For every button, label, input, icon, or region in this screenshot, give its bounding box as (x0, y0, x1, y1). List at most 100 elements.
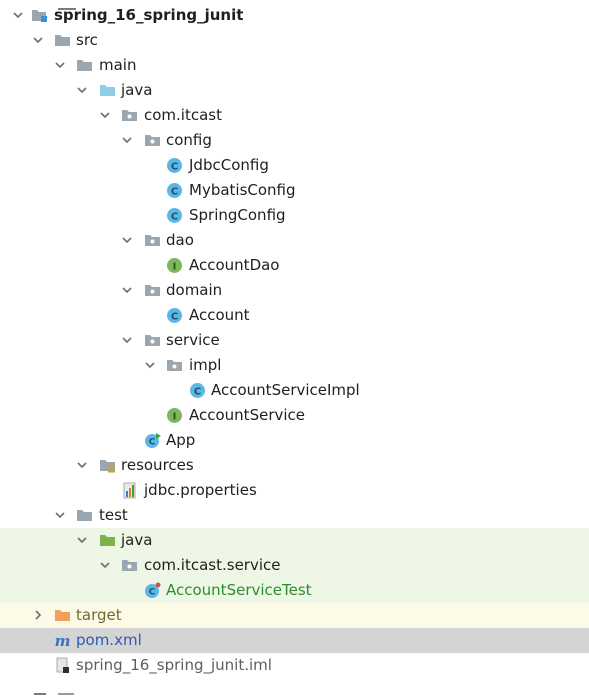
tree-row-resources[interactable]: resources (0, 453, 589, 478)
clipped-row-bottom (0, 681, 589, 695)
test-source-folder-icon (99, 532, 116, 549)
iml-label: spring_16_spring_junit.iml (76, 656, 272, 674)
tree-row-pkg-test-service[interactable]: com.itcast.service (0, 553, 589, 578)
jdbc-properties-label: jdbc.properties (144, 481, 257, 499)
tree-row-jdbc-config[interactable]: C JdbcConfig (0, 153, 589, 178)
pkg-test-service-label: com.itcast.service (144, 556, 281, 574)
chevron-down-icon[interactable] (32, 34, 44, 46)
chevron-down-icon[interactable] (99, 559, 111, 571)
tree-row-pkg-impl[interactable]: impl (0, 353, 589, 378)
tree-row-main[interactable]: main (0, 53, 589, 78)
package-icon (144, 132, 161, 149)
interface-icon: I (166, 257, 183, 274)
resources-folder-icon (99, 457, 116, 474)
test-label: test (99, 506, 128, 524)
chevron-down-icon[interactable] (76, 534, 88, 546)
tree-row-mybatis-config[interactable]: C MybatisConfig (0, 178, 589, 203)
jdbc-config-label: JdbcConfig (189, 156, 269, 174)
package-icon (144, 282, 161, 299)
project-module-icon (31, 7, 48, 24)
class-icon: C (189, 382, 206, 399)
chevron-right-icon[interactable] (32, 609, 44, 621)
class-icon: C (166, 307, 183, 324)
tree-row-test-java[interactable]: java (0, 528, 589, 553)
chevron-down-icon[interactable] (76, 84, 88, 96)
main-java-label: java (121, 81, 153, 99)
chevron-down-icon[interactable] (121, 334, 133, 346)
excluded-folder-icon (54, 607, 71, 624)
svg-text:I: I (173, 412, 177, 423)
folder-icon (54, 32, 71, 49)
account-label: Account (189, 306, 250, 324)
chevron-down-icon[interactable] (121, 284, 133, 296)
pkg-domain-label: domain (166, 281, 223, 299)
project-label: spring_16_spring_junit (54, 6, 244, 24)
resources-label: resources (121, 456, 194, 474)
svg-text:C: C (149, 588, 156, 598)
svg-text:C: C (171, 212, 178, 223)
chevron-down-icon[interactable] (121, 134, 133, 146)
tree-row-account-dao[interactable]: I AccountDao (0, 253, 589, 278)
tree-row-pkg-service[interactable]: service (0, 328, 589, 353)
tree-row-project[interactable]: spring_16_spring_junit (0, 3, 589, 28)
mybatis-config-label: MybatisConfig (189, 181, 296, 199)
app-label: App (166, 431, 196, 449)
test-class-icon: C (144, 582, 161, 599)
svg-text:C: C (149, 438, 156, 448)
tree-row-jdbc-properties[interactable]: jdbc.properties (0, 478, 589, 503)
pkg-config-label: config (166, 131, 212, 149)
tree-row-account[interactable]: C Account (0, 303, 589, 328)
chevron-down-icon[interactable] (12, 9, 24, 21)
clipped-row-top (0, 0, 589, 10)
tree-row-account-service-test[interactable]: C AccountServiceTest (0, 578, 589, 603)
chevron-down-icon[interactable] (144, 359, 156, 371)
tree-row-app[interactable]: C App (0, 428, 589, 453)
tree-row-pkg-dao[interactable]: dao (0, 228, 589, 253)
account-service-label: AccountService (189, 406, 306, 424)
src-label: src (76, 31, 98, 49)
class-icon: C (166, 157, 183, 174)
tree-row-account-service-impl[interactable]: C AccountServiceImpl (0, 378, 589, 403)
properties-file-icon (121, 482, 138, 499)
tree-row-pkg-domain[interactable]: domain (0, 278, 589, 303)
pkg-comitcast-label: com.itcast (144, 106, 222, 124)
chevron-down-icon[interactable] (54, 509, 66, 521)
account-dao-label: AccountDao (189, 256, 280, 274)
class-icon: C (166, 182, 183, 199)
folder-icon (76, 57, 93, 74)
runnable-class-icon: C (144, 432, 161, 449)
source-folder-icon (99, 82, 116, 99)
tree-row-src[interactable]: src (0, 28, 589, 53)
class-icon: C (166, 207, 183, 224)
chevron-down-icon[interactable] (99, 109, 111, 121)
tree-row-main-java[interactable]: java (0, 78, 589, 103)
iml-file-icon (54, 657, 71, 674)
svg-text:C: C (171, 162, 178, 173)
svg-text:C: C (171, 312, 178, 323)
main-label: main (99, 56, 137, 74)
tree-row-pkg-comitcast[interactable]: com.itcast (0, 103, 589, 128)
package-icon (144, 332, 161, 349)
tree-row-pkg-config[interactable]: config (0, 128, 589, 153)
tree-row-spring-config[interactable]: C SpringConfig (0, 203, 589, 228)
package-icon (121, 557, 138, 574)
project-tree: spring_16_spring_junit src main java com… (0, 0, 589, 695)
account-service-impl-label: AccountServiceImpl (211, 381, 360, 399)
interface-icon: I (166, 407, 183, 424)
tree-row-iml[interactable]: spring_16_spring_junit.iml (0, 653, 589, 678)
pkg-service-label: service (166, 331, 220, 349)
chevron-down-icon[interactable] (121, 234, 133, 246)
tree-row-target[interactable]: target (0, 603, 589, 628)
chevron-down-icon[interactable] (76, 459, 88, 471)
folder-icon (76, 507, 93, 524)
pkg-impl-label: impl (189, 356, 222, 374)
tree-row-pom[interactable]: m pom.xml (0, 628, 589, 653)
test-java-label: java (121, 531, 153, 549)
chevron-down-icon[interactable] (54, 59, 66, 71)
tree-row-account-service[interactable]: I AccountService (0, 403, 589, 428)
svg-text:m: m (55, 632, 71, 649)
spring-config-label: SpringConfig (189, 206, 286, 224)
tree-row-test[interactable]: test (0, 503, 589, 528)
package-icon (121, 107, 138, 124)
maven-icon: m (54, 632, 71, 649)
